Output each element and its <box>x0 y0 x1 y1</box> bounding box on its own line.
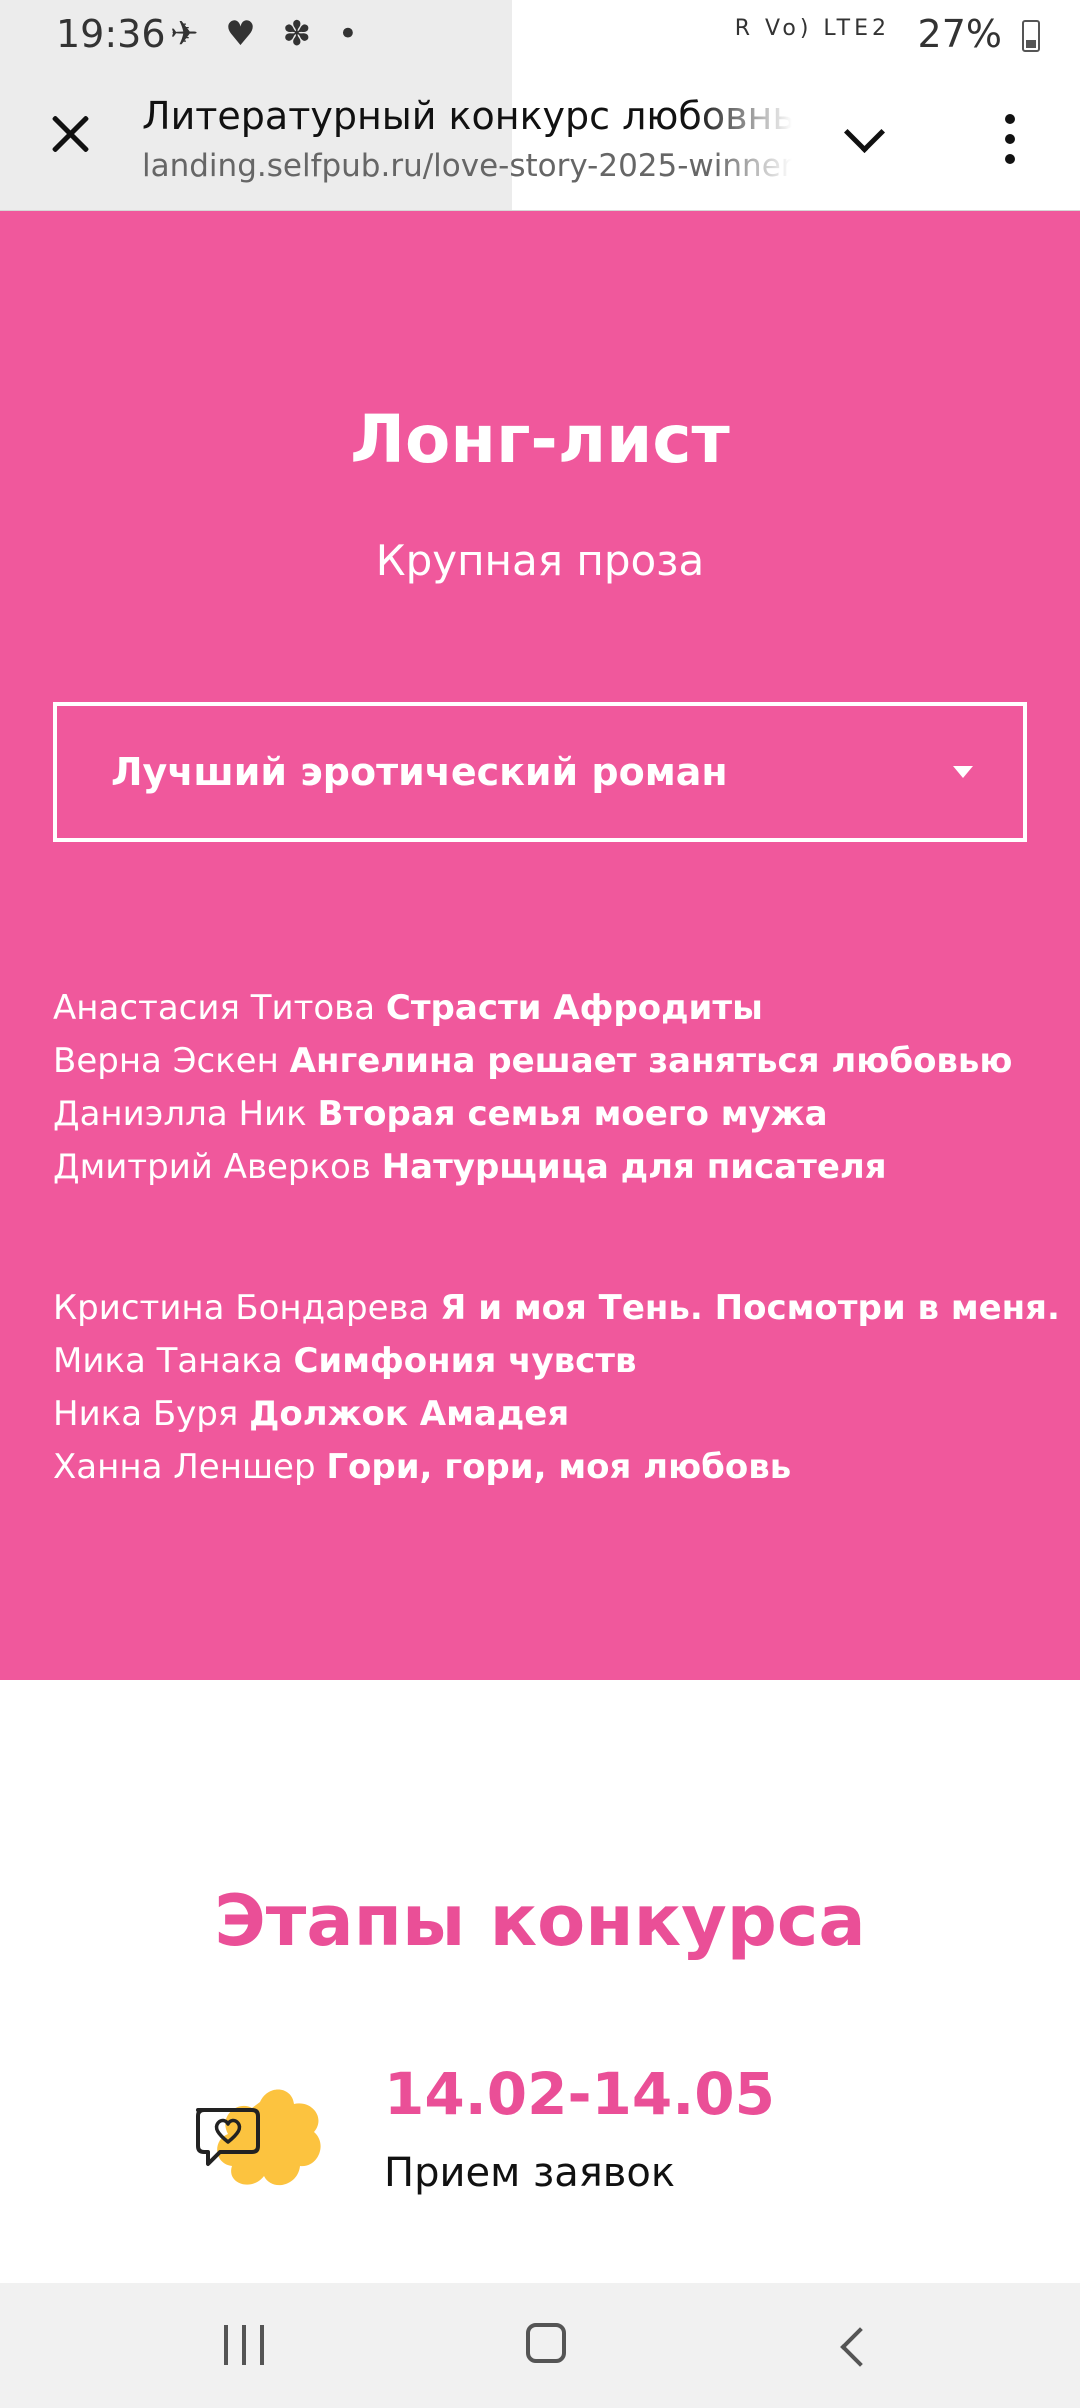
battery-level: 27% <box>918 12 1036 56</box>
page-title: Литературный конкурс любовных <box>142 94 792 138</box>
list-item: Мика Танака Симфония чувств <box>53 1335 1063 1388</box>
battery-percent: 27% <box>917 12 1002 56</box>
list-item: Анастасия Титова Страсти Афродиты <box>53 982 1063 1035</box>
entries-group-2: Кристина Бондарева Я и моя Тень. Посмотр… <box>53 1282 1063 1494</box>
entry-book: Вторая семья моего мужа <box>317 1094 828 1134</box>
entry-book: Должок Амадея <box>249 1394 570 1434</box>
longlist-heading: Лонг-лист <box>350 401 730 478</box>
entry-book: Симфония чувств <box>293 1341 637 1381</box>
list-item: Даниэлла Ник Вторая семья моего мужа <box>53 1088 1063 1141</box>
entry-book: Страсти Афродиты <box>385 988 763 1028</box>
network-signal-icon: R Vo) LTE2 <box>734 16 890 41</box>
heart-chat-icon <box>196 2089 321 2186</box>
entry-book: Я и моя Тень. Посмотри в меня. <box>440 1288 1060 1328</box>
entries-group-1: Анастасия Титова Страсти Афродиты Верна … <box>53 982 1063 1194</box>
chevron-down-icon[interactable] <box>840 116 890 156</box>
status-time: 19:36 <box>56 12 166 56</box>
list-item: Ника Буря Должок Амадея <box>53 1388 1063 1441</box>
list-item: Ханна Леншер Гори, гори, моя любовь <box>53 1441 1063 1494</box>
battery-icon <box>1022 20 1040 52</box>
more-options-icon[interactable] <box>996 114 1024 164</box>
notification-icons: ✈ ♥ ✽ • <box>170 14 366 54</box>
entry-author: Даниэлла Ник <box>53 1094 307 1134</box>
status-bar: 19:36 ✈ ♥ ✽ • R Vo) LTE2 27% <box>0 0 1080 72</box>
entry-author: Ника Буря <box>53 1394 239 1434</box>
entry-author: Дмитрий Аверков <box>53 1147 371 1187</box>
category-select[interactable]: Лучший эротический роман <box>53 702 1027 842</box>
entry-book: Ангелина решает заняться любовью <box>289 1041 1013 1081</box>
longlist-section: Лонг-лист Крупная проза Лучший эротическ… <box>0 211 1080 1680</box>
list-item: Дмитрий Аверков Натурщица для писателя <box>53 1141 1063 1194</box>
stage-date: 14.02-14.05 <box>384 2060 775 2128</box>
entry-book: Гори, гори, моя любовь <box>326 1447 792 1487</box>
entry-author: Ханна Леншер <box>53 1447 316 1487</box>
page-url[interactable]: landing.selfpub.ru/love-story-2025-winne… <box>142 148 792 188</box>
home-icon[interactable] <box>526 2323 566 2363</box>
entry-book: Натурщица для писателя <box>381 1147 887 1187</box>
list-item: Кристина Бондарева Я и моя Тень. Посмотр… <box>53 1282 1063 1335</box>
recent-apps-icon[interactable] <box>222 2325 268 2365</box>
category-select-value: Лучший эротический роман <box>111 750 728 794</box>
system-nav-bar <box>0 2283 1080 2408</box>
longlist-subheading: Крупная проза <box>375 536 705 585</box>
list-item: Верна Эскен Ангелина решает заняться люб… <box>53 1035 1063 1088</box>
back-icon[interactable] <box>832 2325 872 2367</box>
caret-down-icon <box>953 766 973 778</box>
entry-author: Анастасия Титова <box>53 988 376 1028</box>
stage-label: Прием заявок <box>384 2150 676 2196</box>
browser-toolbar: Литературный конкурс любовных landing.se… <box>0 72 1080 211</box>
entry-author: Верна Эскен <box>53 1041 279 1081</box>
entry-author: Мика Танака <box>53 1341 283 1381</box>
entry-author: Кристина Бондарева <box>53 1288 430 1328</box>
stages-heading: Этапы конкурса <box>214 1880 866 1962</box>
close-icon[interactable] <box>44 108 96 160</box>
